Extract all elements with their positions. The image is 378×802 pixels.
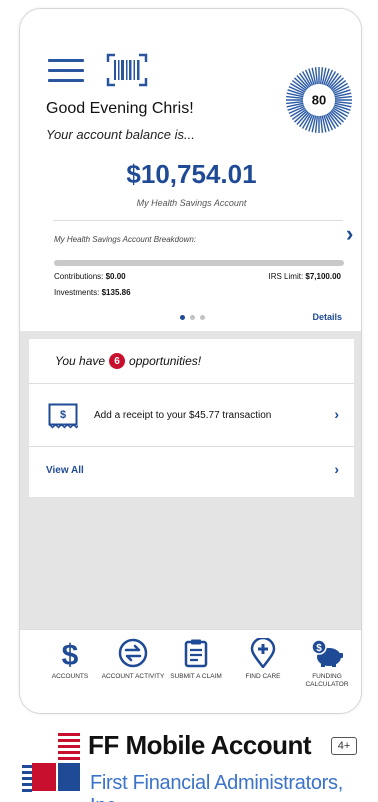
opportunity-label: Add a receipt to your $45.77 transaction bbox=[94, 410, 272, 421]
health-score-value: 80 bbox=[312, 93, 326, 108]
opportunities-title: You have 6 opportunities! bbox=[55, 353, 201, 369]
bottom-tab-bar: $ Accounts Account Activity Submit a Cla… bbox=[20, 629, 361, 713]
opportunities-prefix: You have bbox=[55, 354, 106, 368]
app-name: FF Mobile Account bbox=[88, 730, 312, 760]
tab-account-activity[interactable]: Account Activity bbox=[100, 638, 166, 681]
hamburger-menu-icon[interactable] bbox=[48, 59, 84, 83]
view-all-link[interactable]: View All bbox=[46, 465, 84, 476]
opportunities-card: You have 6 opportunities! $ Add a receip… bbox=[29, 339, 354, 497]
score-dial-tick bbox=[319, 67, 324, 85]
phone-screen: 80 Good Evening Chris! Your account bala… bbox=[19, 8, 362, 714]
tab-label: Accounts bbox=[51, 673, 89, 680]
dollar-icon: $ bbox=[62, 639, 79, 668]
balance-prompt: Your account balance is... bbox=[46, 127, 195, 142]
score-dial-tick bbox=[314, 115, 319, 133]
tab-label: Funding Calculator bbox=[305, 673, 349, 688]
ff-logo bbox=[22, 733, 80, 792]
score-dial-tick bbox=[319, 115, 324, 133]
carousel-dot[interactable] bbox=[180, 315, 185, 320]
chevron-right-icon[interactable]: › bbox=[334, 406, 339, 422]
investments-value: $135.86 bbox=[101, 288, 131, 297]
tab-label: Account Activity bbox=[101, 673, 165, 680]
age-rating-badge: 4+ bbox=[331, 737, 357, 755]
score-dial-tick bbox=[314, 67, 319, 85]
tab-submit-claim[interactable]: Submit a Claim bbox=[163, 638, 229, 681]
contribution-progress-bar bbox=[54, 260, 344, 266]
opportunities-suffix: opportunities! bbox=[129, 354, 202, 368]
irs-limit-value: $7,100.00 bbox=[305, 272, 341, 281]
score-dial-tick bbox=[334, 95, 352, 100]
carousel-dot[interactable] bbox=[190, 315, 195, 320]
opportunity-item[interactable]: $ Add a receipt to your $45.77 transacti… bbox=[29, 384, 354, 446]
company-name: First Financial Administrators, Inc. bbox=[90, 772, 343, 802]
contributions-value: $0.00 bbox=[105, 272, 126, 281]
irs-limit-label: IRS Limit: bbox=[268, 272, 304, 281]
details-link[interactable]: Details bbox=[312, 312, 342, 322]
tab-label: Find Care bbox=[245, 673, 281, 680]
investments-label: Investments: bbox=[54, 288, 100, 297]
carousel-dot[interactable] bbox=[200, 315, 205, 320]
barcode-scan-icon[interactable] bbox=[106, 53, 148, 87]
account-name: My Health Savings Account bbox=[136, 198, 247, 208]
tab-find-care[interactable]: Find Care bbox=[230, 638, 296, 681]
view-all-row[interactable]: View All › bbox=[29, 447, 354, 497]
svg-text:$: $ bbox=[316, 643, 322, 654]
chevron-right-icon[interactable]: › bbox=[334, 461, 339, 477]
score-dial-tick bbox=[286, 100, 304, 105]
piggy-bank-icon: $ bbox=[311, 639, 343, 667]
location-plus-icon bbox=[250, 638, 276, 668]
tab-funding-calculator[interactable]: $ Funding Calculator bbox=[294, 638, 360, 689]
score-dial-tick bbox=[334, 100, 352, 105]
tab-accounts[interactable]: $ Accounts bbox=[37, 638, 103, 681]
svg-text:$: $ bbox=[60, 409, 66, 421]
exchange-icon bbox=[118, 638, 148, 668]
contributions-label: Contributions: bbox=[54, 272, 104, 281]
chevron-right-icon[interactable]: › bbox=[346, 221, 353, 247]
svg-text:$: $ bbox=[62, 639, 79, 668]
score-dial-tick bbox=[286, 95, 304, 100]
clipboard-icon bbox=[184, 639, 208, 668]
opportunities-count-badge: 6 bbox=[109, 353, 126, 369]
account-balance: $10,754.01 bbox=[126, 159, 257, 189]
investments-summary: Investments: $135.86 bbox=[54, 288, 131, 297]
receipt-icon: $ bbox=[48, 403, 78, 429]
irs-limit-summary: IRS Limit: $7,100.00 bbox=[269, 272, 342, 281]
balance-card: 80 Good Evening Chris! Your account bala… bbox=[20, 9, 361, 331]
carousel-dots[interactable] bbox=[180, 315, 205, 320]
breakdown-label: My Health Savings Account Breakdown: bbox=[54, 235, 196, 244]
greeting: Good Evening Chris! bbox=[46, 100, 194, 117]
contributions-summary: Contributions: $0.00 bbox=[54, 272, 126, 281]
health-score-dial[interactable]: 80 bbox=[284, 65, 354, 135]
divider bbox=[53, 220, 343, 221]
tab-label: Submit a Claim bbox=[170, 673, 222, 680]
